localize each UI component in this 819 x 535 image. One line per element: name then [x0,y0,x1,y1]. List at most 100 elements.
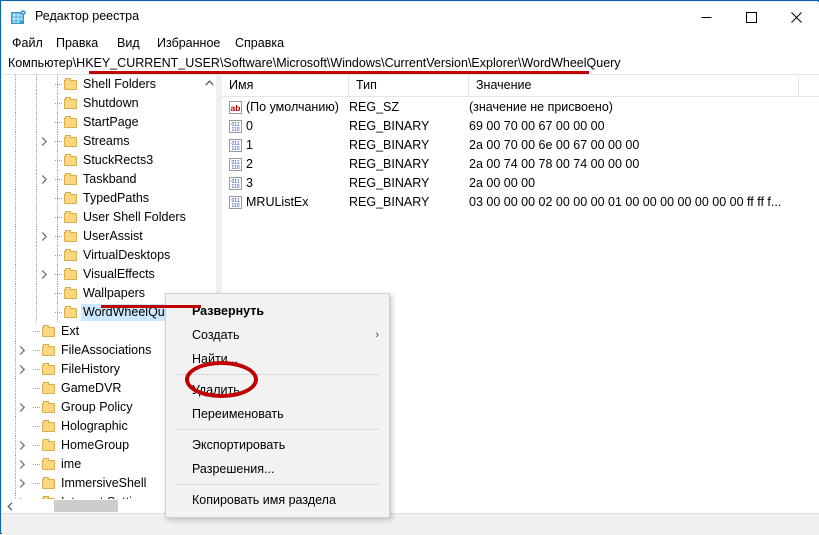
tree-item-taskband[interactable]: Taskband [2,170,202,189]
binary-value-icon: 011 110 [228,176,243,191]
context-menu-item-6[interactable]: Разрешения... [166,457,389,481]
close-button[interactable] [774,2,819,33]
tree-guide-line [36,151,37,170]
svg-text:110: 110 [232,203,240,209]
tree-item-stuckrects3[interactable]: StuckRects3 [2,151,202,170]
tree-item-label: Shell Folders [83,77,156,91]
menu-favorites[interactable]: Избранное [152,35,225,52]
tree-item-streams[interactable]: Streams [2,132,202,151]
tree-item-label: ImmersiveShell [61,476,147,490]
scroll-up-arrow-icon[interactable] [202,75,216,91]
menu-file[interactable]: Файл [7,35,48,52]
maximize-button[interactable] [729,2,774,33]
tree-guide-line [15,360,16,379]
chevron-right-icon[interactable] [18,345,27,356]
menu-edit[interactable]: Правка [51,35,103,52]
tree-guide-line [55,217,63,218]
tree-item-label: Holographic [61,419,128,433]
menu-view[interactable]: Вид [112,35,145,52]
tree-item-shutdown[interactable]: Shutdown [2,94,202,113]
tree-item-label: StartPage [83,115,139,129]
folder-icon [42,382,56,394]
table-row[interactable]: 011 110 3 REG_BINARY 2a 00 00 00 [222,174,819,193]
tree-item-label: Ext [61,324,80,338]
column-header-name[interactable]: Имя [222,75,349,96]
chevron-right-icon[interactable] [40,174,49,185]
binary-value-icon: 011 110 [228,195,243,210]
column-header-type[interactable]: Тип [349,75,469,96]
folder-icon [64,192,78,204]
tree-guide-line [55,293,63,294]
tree-item-label: FileHistory [61,362,121,376]
tree-guide-line [55,84,63,85]
tree-guide-line [33,445,41,446]
tree-item-label: Taskband [83,172,137,186]
context-menu-item-5[interactable]: Экспортировать [166,433,389,457]
table-row[interactable]: ab (По умолчанию) REG_SZ (значение не присв… [222,98,819,117]
value-type: REG_SZ [349,100,400,114]
table-row[interactable]: 011 110 MRUListEx REG_BINARY 03 00 00 00 02 … [222,193,819,212]
annotation-address-underline [89,71,589,74]
context-menu-item-0[interactable]: Развернуть [166,299,389,323]
tree-item-user-shell-folders[interactable]: User Shell Folders [2,208,202,227]
tree-guide-line [15,132,16,151]
tree-item-virtualdesktops[interactable]: VirtualDesktops [2,246,202,265]
tree-item-typedpaths[interactable]: TypedPaths [2,189,202,208]
context-menu-item-7[interactable]: Копировать имя раздела [166,488,389,512]
tree-guide-line [55,312,63,313]
context-menu-item-label: Переименовать [192,407,284,421]
tree-guide-line [36,284,37,303]
chevron-right-icon[interactable] [18,478,27,489]
tree-guide-line [55,122,63,123]
tree-guide-line [15,189,16,208]
value-name: 1 [246,138,253,152]
folder-icon [42,439,56,451]
tree-guide-line [15,436,16,455]
tree-guide-line [15,455,16,474]
value-type: REG_BINARY [349,195,430,209]
context-menu-item-1[interactable]: Создать › [166,323,389,347]
chevron-right-icon[interactable] [18,364,27,375]
chevron-right-icon[interactable] [18,459,27,470]
binary-value-icon: 011 110 [228,119,243,134]
tree-item-visualeffects[interactable]: VisualEffects [2,265,202,284]
table-row[interactable]: 011 110 0 REG_BINARY 69 00 70 00 67 00 00 00 [222,117,819,136]
tree-guide-line [36,113,37,132]
tree-item-shell-folders[interactable]: Shell Folders [2,75,202,94]
tree-item-label: Wallpapers [83,286,146,300]
tree-item-startpage[interactable]: StartPage [2,113,202,132]
tree-guide-line [33,464,41,465]
column-header-value[interactable]: Значение [469,75,799,96]
minimize-button[interactable] [684,2,729,33]
menu-bar: Файл Правка Вид Избранное Справка [2,33,819,54]
tree-guide-line [33,426,41,427]
chevron-right-icon[interactable] [40,231,49,242]
tree-guide-line [36,189,37,208]
tree-guide-line [15,113,16,132]
tree-item-userassist[interactable]: UserAssist [2,227,202,246]
chevron-right-icon[interactable] [40,136,49,147]
tree-guide-line [36,94,37,113]
tree-guide-line [55,141,63,142]
scroll-left-arrow-icon[interactable] [2,499,18,513]
window-controls [684,2,819,33]
tree-hscroll-thumb[interactable] [54,500,118,512]
tree-guide-line [15,246,16,265]
tree-guide-line [55,179,63,180]
address-path: Компьютер\HKEY_CURRENT_USER\Software\Mic… [8,56,621,70]
chevron-right-icon[interactable] [40,269,49,280]
chevron-right-icon[interactable] [18,440,27,451]
tree-item-label: ime [61,457,82,471]
tree-guide-line [36,132,37,151]
chevron-right-icon[interactable] [18,402,27,413]
context-menu-separator [176,429,379,430]
context-menu-item-4[interactable]: Переименовать [166,402,389,426]
menu-help[interactable]: Справка [230,35,289,52]
table-row[interactable]: 011 110 1 REG_BINARY 2a 00 70 00 6e 00 67 00… [222,136,819,155]
tree-guide-line [15,75,16,94]
table-row[interactable]: 011 110 2 REG_BINARY 2a 00 74 00 78 00 74 00… [222,155,819,174]
tree-guide-line [33,369,41,370]
context-menu-separator [176,484,379,485]
value-name: (По умолчанию) [246,100,339,114]
tree-context-menu[interactable]: Развернуть Создать › Найти... Удалить Переиме… [165,293,390,518]
